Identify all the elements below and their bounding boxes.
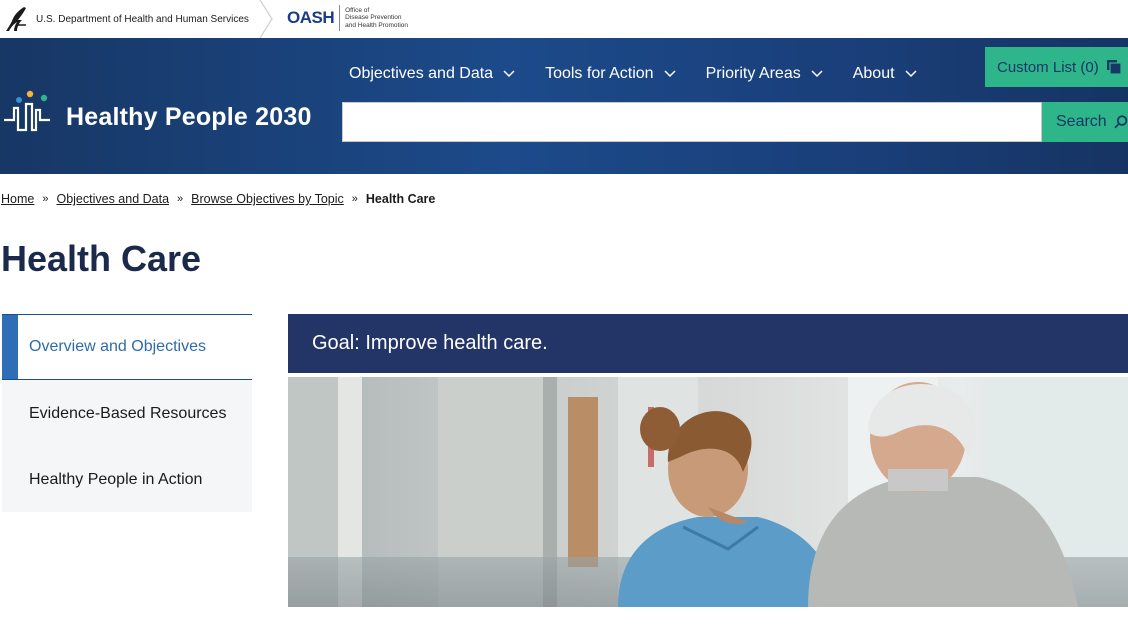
search-icon bbox=[1114, 115, 1127, 129]
chevron-down-icon bbox=[664, 70, 676, 78]
divider-chevron bbox=[259, 0, 273, 38]
search-button[interactable]: Search bbox=[1042, 102, 1128, 142]
healthy-people-logo-icon bbox=[4, 90, 50, 132]
hhs-link[interactable]: U.S. Department of Health and Human Serv… bbox=[4, 4, 249, 34]
breadcrumb-separator: » bbox=[42, 193, 49, 205]
hhs-text: U.S. Department of Health and Human Serv… bbox=[36, 13, 249, 25]
search-button-label: Search bbox=[1056, 113, 1107, 130]
breadcrumb: Home » Objectives and Data » Browse Obje… bbox=[1, 192, 435, 206]
breadcrumb-browse-objectives[interactable]: Browse Objectives by Topic bbox=[191, 192, 344, 206]
nav-objectives-and-data[interactable]: Objectives and Data bbox=[349, 65, 515, 83]
chevron-down-icon bbox=[503, 70, 515, 78]
chevron-down-icon bbox=[905, 70, 917, 78]
sidenav-item-overview[interactable]: Overview and Objectives bbox=[2, 314, 252, 380]
nav-about[interactable]: About bbox=[853, 65, 917, 83]
goal-text: Goal: Improve health care. bbox=[312, 332, 548, 354]
oash-logo[interactable]: OASH Office of Disease Prevention and He… bbox=[287, 5, 408, 31]
nav-priority-areas[interactable]: Priority Areas bbox=[706, 65, 823, 83]
site-logo[interactable]: Healthy People 2030 bbox=[4, 90, 312, 134]
page-title: Health Care bbox=[1, 238, 202, 279]
agency-bar: U.S. Department of Health and Human Serv… bbox=[0, 0, 1128, 38]
oash-wordmark: OASH bbox=[287, 8, 335, 27]
chevron-down-icon bbox=[811, 70, 823, 78]
custom-list-button[interactable]: Custom List (0) bbox=[985, 47, 1128, 87]
breadcrumb-home[interactable]: Home bbox=[1, 192, 34, 206]
main-nav: Objectives and Data Tools for Action Pri… bbox=[349, 63, 947, 85]
nav-tools-for-action[interactable]: Tools for Action bbox=[545, 65, 676, 83]
copy-icon bbox=[1106, 60, 1122, 75]
breadcrumb-separator: » bbox=[177, 193, 184, 205]
site-header: Healthy People 2030 Objectives and Data … bbox=[0, 38, 1128, 174]
oash-subtitle: Office of Disease Prevention and Health … bbox=[345, 6, 408, 29]
side-nav: Overview and Objectives Evidence-Based R… bbox=[2, 314, 252, 512]
search-input[interactable] bbox=[342, 102, 1042, 142]
hhs-eagle-icon bbox=[6, 7, 26, 31]
sidenav-item-healthy-people-in-action[interactable]: Healthy People in Action bbox=[2, 447, 252, 512]
oash-divider bbox=[339, 5, 341, 31]
site-title: Healthy People 2030 bbox=[66, 103, 312, 131]
custom-list-label: Custom List (0) bbox=[997, 58, 1099, 76]
breadcrumb-objectives-and-data[interactable]: Objectives and Data bbox=[56, 192, 169, 206]
breadcrumb-current: Health Care bbox=[365, 192, 436, 206]
sidenav-item-evidence-based-resources[interactable]: Evidence-Based Resources bbox=[2, 380, 252, 447]
hero-photo bbox=[288, 377, 1128, 607]
goal-banner: Goal: Improve health care. bbox=[288, 314, 1128, 373]
hero-image bbox=[288, 377, 1128, 607]
breadcrumb-separator: » bbox=[351, 193, 358, 205]
